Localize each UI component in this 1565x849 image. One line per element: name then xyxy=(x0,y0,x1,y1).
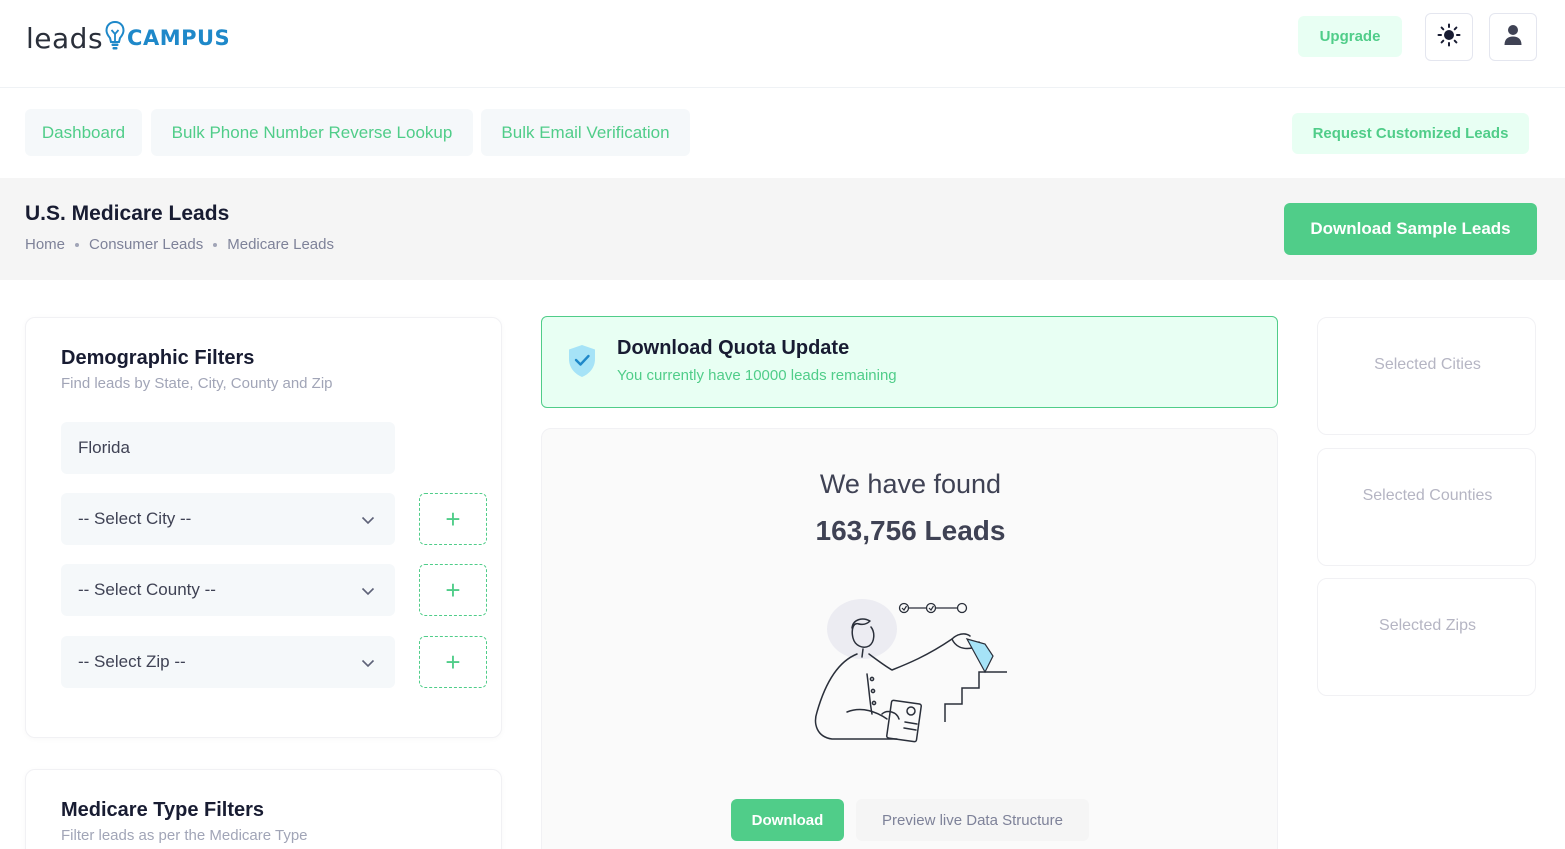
plus-icon: + xyxy=(445,574,461,605)
shield-check-icon xyxy=(567,344,597,383)
medicare-type-filters-card: Medicare Type Filters Filter leads as pe… xyxy=(25,769,502,849)
breadcrumb-separator xyxy=(75,242,80,247)
zip-select-placeholder: -- Select Zip -- xyxy=(78,652,186,671)
breadcrumb-separator xyxy=(213,242,218,247)
logo-text-leads: leads xyxy=(26,21,104,55)
state-select[interactable]: Florida xyxy=(61,422,395,474)
top-header: leads CAMPUS Upgrade xyxy=(0,0,1565,88)
city-select-placeholder: -- Select City -- xyxy=(78,509,192,528)
sun-icon xyxy=(1437,23,1461,52)
results-card: We have found 163,756 Leads Download Pre… xyxy=(541,428,1278,849)
demographic-filters-card: Demographic Filters Find leads by State,… xyxy=(25,317,502,738)
page-toolbar: U.S. Medicare Leads Home Consumer Leads … xyxy=(0,178,1565,280)
user-menu-button[interactable] xyxy=(1489,13,1537,61)
selected-cities-label: Selected Cities xyxy=(1374,356,1481,373)
request-customized-leads-button[interactable]: Request Customized Leads xyxy=(1292,113,1529,154)
theme-toggle-button[interactable] xyxy=(1425,13,1473,61)
zip-select[interactable]: -- Select Zip -- xyxy=(61,636,395,688)
breadcrumb-medicare-leads: Medicare Leads xyxy=(227,236,334,253)
upgrade-button[interactable]: Upgrade xyxy=(1298,16,1402,57)
state-select-value: Florida xyxy=(78,438,130,457)
plus-icon: + xyxy=(445,503,461,534)
tab-dashboard[interactable]: Dashboard xyxy=(25,109,142,156)
download-quota-alert: Download Quota Update You currently have… xyxy=(541,316,1278,408)
quota-alert-message: You currently have 10000 leads remaining xyxy=(617,367,897,384)
selected-counties-panel: Selected Counties xyxy=(1317,448,1536,566)
add-city-button[interactable]: + xyxy=(419,493,487,545)
medicare-type-filters-subtitle: Filter leads as per the Medicare Type xyxy=(61,827,308,844)
county-select[interactable]: -- Select County -- xyxy=(61,564,395,616)
demographic-filters-title: Demographic Filters xyxy=(61,347,255,369)
tab-bulk-phone-reverse-lookup[interactable]: Bulk Phone Number Reverse Lookup xyxy=(151,109,473,156)
leadscampus-logo[interactable]: leads CAMPUS xyxy=(26,18,230,58)
add-county-button[interactable]: + xyxy=(419,564,487,616)
download-sample-leads-button[interactable]: Download Sample Leads xyxy=(1284,203,1537,255)
found-label: We have found xyxy=(819,469,1002,499)
leads-count: 163,756 Leads xyxy=(815,515,1006,546)
logo-text-campus: CAMPUS xyxy=(127,26,231,50)
preview-data-structure-button[interactable]: Preview live Data Structure xyxy=(856,799,1089,841)
breadcrumb-consumer-leads[interactable]: Consumer Leads xyxy=(89,236,203,253)
user-icon xyxy=(1503,24,1523,51)
breadcrumb: Home Consumer Leads Medicare Leads xyxy=(25,236,334,253)
main-nav: Dashboard Bulk Phone Number Reverse Look… xyxy=(0,88,1565,178)
quota-alert-title: Download Quota Update xyxy=(617,337,850,359)
lightbulb-icon xyxy=(105,20,125,57)
demographic-filters-subtitle: Find leads by State, City, County and Zi… xyxy=(61,375,333,392)
download-button[interactable]: Download xyxy=(731,799,844,841)
page-title: U.S. Medicare Leads xyxy=(25,202,230,225)
chevron-down-icon xyxy=(361,655,375,675)
city-select[interactable]: -- Select City -- xyxy=(61,493,395,545)
selected-zips-panel: Selected Zips xyxy=(1317,578,1536,696)
medicare-type-filters-title: Medicare Type Filters xyxy=(61,799,265,821)
chevron-down-icon xyxy=(361,583,375,603)
person-checklist-illustration xyxy=(807,594,1017,759)
breadcrumb-home[interactable]: Home xyxy=(25,236,65,253)
tab-bulk-email-verification[interactable]: Bulk Email Verification xyxy=(481,109,690,156)
selected-cities-panel: Selected Cities xyxy=(1317,317,1536,435)
chevron-down-icon xyxy=(361,512,375,532)
selected-zips-label: Selected Zips xyxy=(1379,617,1476,634)
county-select-placeholder: -- Select County -- xyxy=(78,580,216,599)
selected-counties-label: Selected Counties xyxy=(1362,487,1493,504)
plus-icon: + xyxy=(445,646,461,677)
add-zip-button[interactable]: + xyxy=(419,636,487,688)
